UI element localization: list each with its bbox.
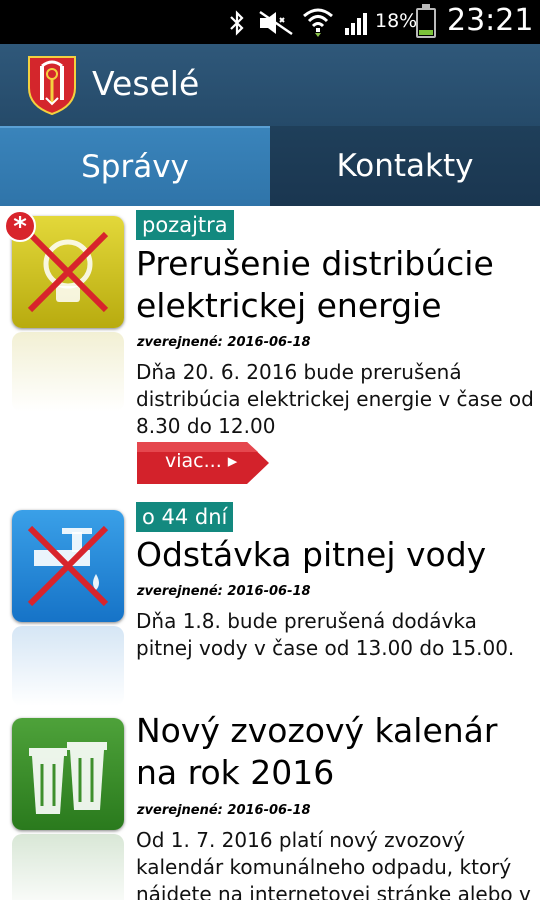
news-title: Nový zvozový kalenár na rok 2016 [136,711,498,792]
tab-spravy[interactable]: Správy [0,126,270,206]
bluetooth-icon [230,10,244,36]
waste-bins-icon [12,718,124,900]
action-bar: Veselé [0,44,540,126]
no-water-icon [12,510,124,706]
due-badge: o 44 dní [136,502,234,532]
new-item-badge: * [4,210,36,242]
news-title: Odstávka pitnej vody [136,535,487,574]
more-label: viac... ▸ [165,450,238,472]
mute-icon [259,11,293,35]
published-date: zverejnené: 2016-06-18 [137,335,311,350]
tab-kontakty[interactable]: Kontakty [270,126,540,206]
tab-label: Kontakty [336,148,474,184]
due-badge: pozajtra [136,210,234,240]
published-date: zverejnené: 2016-06-18 [137,803,311,818]
news-body: Dňa 20. 6. 2016 bude prerušená distribúc… [136,360,534,438]
wifi-icon [303,8,333,37]
tab-bar: Správy Kontakty [0,126,540,206]
news-list[interactable]: * pozajtra Prerušenie distribúcie elektr… [0,206,540,900]
tab-label: Správy [81,149,189,185]
battery-icon [416,4,436,38]
news-body: Od 1. 7. 2016 platí nový zvozový kalendá… [136,828,531,900]
crest-icon[interactable] [26,54,78,116]
news-title: Prerušenie distribúcie elektrickej energ… [136,244,494,325]
news-body: Dňa 1.8. bude prerušená dodávka pitnej v… [136,609,515,660]
battery-percent: 18% [375,10,418,32]
status-bar: 18% 23:21 [0,0,540,44]
signal-icon [345,13,367,35]
published-date: zverejnené: 2016-06-18 [137,584,311,599]
more-button[interactable]: viac... ▸ [137,442,269,484]
app-title: Veselé [92,64,200,103]
clock: 23:21 [447,3,534,38]
